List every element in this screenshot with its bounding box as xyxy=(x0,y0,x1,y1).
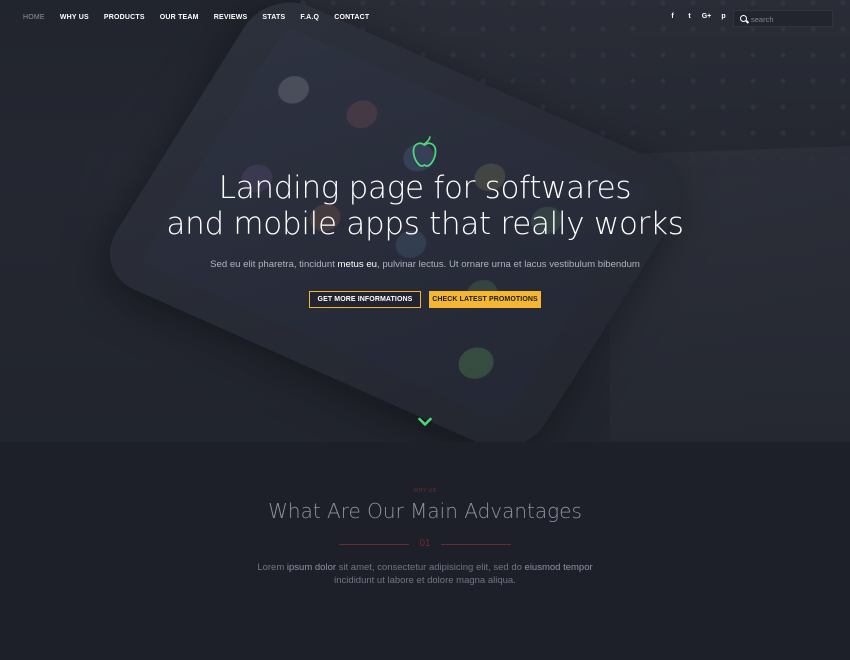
description-part-3: incididunt ut labore et dolore magna ali… xyxy=(334,575,516,586)
section-divider: 01 xyxy=(335,538,515,550)
nav-item-reviews[interactable]: REVIEWS xyxy=(214,14,248,21)
nav-item-stats[interactable]: STATS xyxy=(262,14,285,21)
hero-title: Landing page for softwares and mobile ap… xyxy=(0,170,850,242)
facebook-icon[interactable]: f xyxy=(664,13,681,20)
section-description: Lorem ipsum dolor sit amet, consectetur … xyxy=(0,561,850,587)
nav-item-contact[interactable]: CONTACT xyxy=(334,14,369,21)
hero-section: HOME WHY US PRODUCTS OUR TEAM REVIEWS ST… xyxy=(0,0,850,442)
top-navigation: HOME WHY US PRODUCTS OUR TEAM REVIEWS ST… xyxy=(0,0,850,38)
google-plus-icon[interactable]: G+ xyxy=(698,13,715,20)
description-highlight-2: eiusmod tempor xyxy=(524,562,593,573)
advantages-section: WHY US What Are Our Main Advantages 01 L… xyxy=(0,442,850,660)
apple-icon xyxy=(412,136,437,167)
pinterest-icon[interactable]: p xyxy=(715,13,732,20)
section-title: What Are Our Main Advantages xyxy=(268,499,582,523)
description-highlight-1: ipsum dolor xyxy=(286,562,337,573)
twitter-icon[interactable]: t xyxy=(681,13,698,20)
social-links: f t G+ p xyxy=(664,13,732,20)
search-box xyxy=(733,10,833,27)
hero-subtitle: Sed eu elit pharetra, tincidunt metus eu… xyxy=(0,259,850,270)
nav-item-products[interactable]: PRODUCTS xyxy=(104,14,145,21)
search-icon[interactable] xyxy=(740,15,747,22)
hero-title-line-1: Landing page for softwares xyxy=(218,170,632,206)
get-more-info-button[interactable]: GET MORE INFORMATIONS xyxy=(309,291,421,308)
hero-subtitle-end: , pulvinar lectus. Ut ornare urna et lac… xyxy=(377,259,640,270)
check-promotions-button[interactable]: CHECK LATEST PROMOTIONS xyxy=(429,291,541,308)
nav-item-faq[interactable]: F.A.Q xyxy=(300,14,319,21)
hero-subtitle-highlight: metus eu xyxy=(337,259,378,270)
chevron-down-icon[interactable] xyxy=(418,417,432,427)
divider-line-right xyxy=(441,544,511,545)
hero-title-line-2: and mobile apps that really works xyxy=(166,206,684,242)
nav-item-our-team[interactable]: OUR TEAM xyxy=(160,14,199,21)
section-eyebrow: WHY US xyxy=(413,488,437,494)
nav-menu: HOME WHY US PRODUCTS OUR TEAM REVIEWS ST… xyxy=(23,14,384,21)
nav-item-home[interactable]: HOME xyxy=(23,14,45,21)
search-input[interactable] xyxy=(751,13,829,25)
description-part-2: sit amet, consectetur adipisicing elit, … xyxy=(336,562,525,573)
hero-subtitle-start: Sed eu elit pharetra, tincidunt xyxy=(210,259,338,270)
nav-item-why-us[interactable]: WHY US xyxy=(60,14,89,21)
description-part-1: Lorem xyxy=(257,562,287,573)
